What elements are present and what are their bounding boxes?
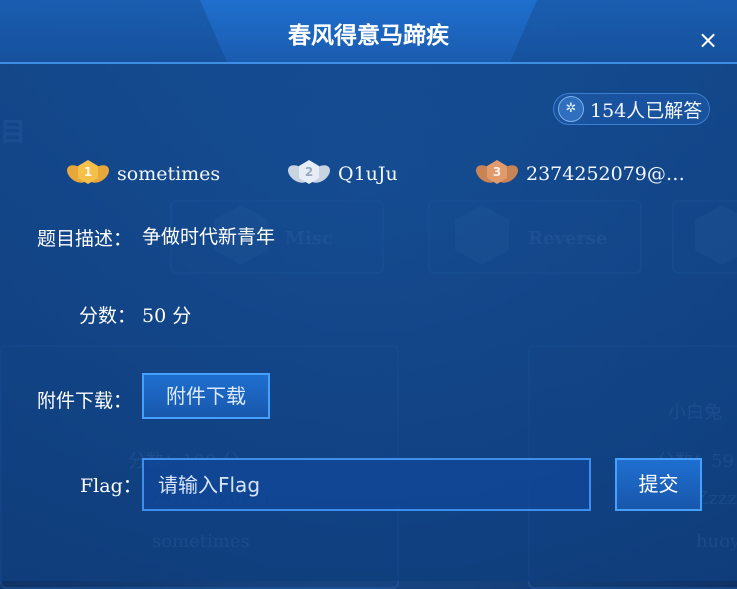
- top-solver-1: 1 sometimes: [67, 158, 220, 190]
- flag-input[interactable]: [142, 458, 591, 511]
- solved-count-badge: ✲ 154人已解答: [553, 93, 710, 125]
- close-icon[interactable]: ×: [694, 26, 722, 54]
- score-label: 分数：: [79, 305, 137, 327]
- silver-medal-icon: 2: [288, 158, 330, 190]
- gold-medal-icon: 1: [67, 158, 109, 190]
- challenge-modal: 春风得意马蹄疾 × ✲ 154人已解答 1 sometimes 2 Q1uJu …: [0, 0, 737, 581]
- users-icon: ✲: [558, 96, 584, 122]
- top-solver-3-name: 2374252079@…: [526, 163, 685, 185]
- top-solver-2-name: Q1uJu: [338, 163, 398, 185]
- flag-label: Flag：: [80, 475, 142, 497]
- top-solver-2: 2 Q1uJu: [288, 158, 398, 190]
- top-solver-3: 3 2374252079@…: [476, 158, 685, 190]
- submit-button[interactable]: 提交: [615, 458, 702, 511]
- modal-title: 春风得意马蹄疾: [288, 23, 449, 49]
- attachment-label: 附件下载：: [37, 390, 133, 412]
- description-label: 题目描述：: [37, 228, 133, 250]
- solved-count-text: 154人已解答: [590, 99, 703, 122]
- description-value: 争做时代新青年: [142, 226, 276, 248]
- score-value: 50 分: [142, 305, 192, 327]
- bronze-medal-icon: 3: [476, 158, 518, 190]
- attachment-download-button[interactable]: 附件下载: [142, 373, 270, 419]
- top-solver-1-name: sometimes: [117, 163, 221, 185]
